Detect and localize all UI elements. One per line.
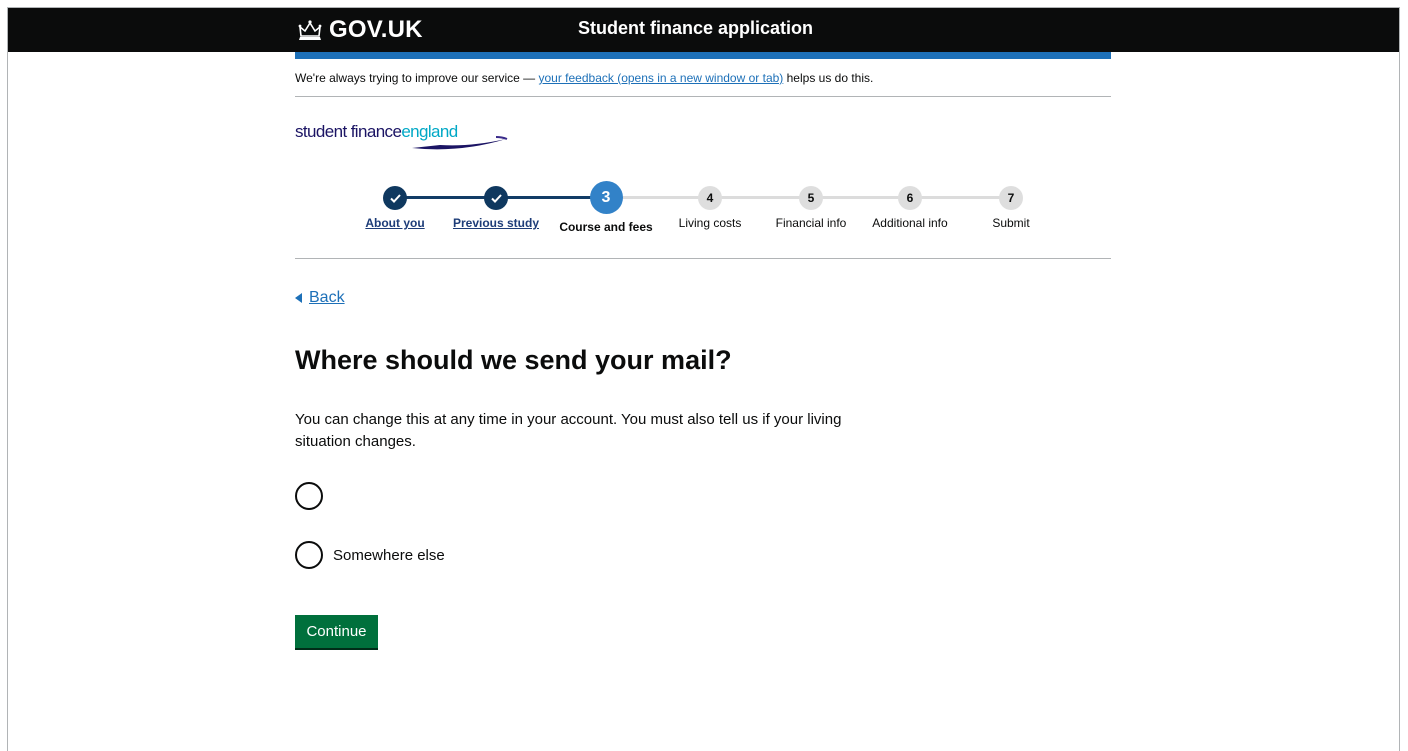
stepper-connector xyxy=(395,196,496,199)
feedback-link[interactable]: your feedback (opens in a new window or … xyxy=(538,71,783,85)
back-arrow-icon xyxy=(295,293,302,303)
step-6-marker: 6 xyxy=(898,186,922,210)
radio-button[interactable] xyxy=(295,541,323,569)
divider xyxy=(295,258,1111,259)
step-3-marker: 3 xyxy=(589,181,623,214)
divider xyxy=(295,96,1111,97)
stepper-connector xyxy=(811,196,910,199)
step-4-label: Living costs xyxy=(678,216,742,230)
page-title: Where should we send your mail? xyxy=(295,345,732,375)
radio-option-somewhere-else[interactable]: Somewhere else xyxy=(295,541,445,569)
step-2-marker[interactable] xyxy=(484,186,508,210)
progress-stepper: About you Previous study 3 Course and fees 4… xyxy=(340,181,1060,234)
back-link[interactable]: Back xyxy=(295,289,345,307)
header-blue-stripe xyxy=(295,52,1111,59)
step-7-marker: 7 xyxy=(999,186,1023,210)
back-link-label: Back xyxy=(309,289,345,306)
step-1-marker[interactable] xyxy=(383,186,407,210)
radio-button[interactable] xyxy=(295,482,323,510)
govuk-logo-text: GOV.UK xyxy=(329,16,423,43)
feedback-prefix: We're always trying to improve our servi… xyxy=(295,71,539,85)
radio-option-1[interactable] xyxy=(295,482,333,510)
continue-button[interactable]: Continue xyxy=(295,615,378,648)
step-5-label: Financial info xyxy=(775,216,847,230)
step-7-label: Submit xyxy=(992,216,1030,230)
stepper-connector xyxy=(710,196,811,199)
logo-swoosh-icon xyxy=(412,136,508,150)
check-icon xyxy=(490,193,502,203)
step-5-marker: 5 xyxy=(799,186,823,210)
govuk-logo-link[interactable]: GOV.UK xyxy=(297,15,423,45)
brand-part1: student finance xyxy=(295,122,402,141)
step-4-marker: 4 xyxy=(698,186,722,210)
step-2-label[interactable]: Previous study xyxy=(453,216,539,230)
step-6-label: Additional info xyxy=(872,216,948,230)
feedback-suffix: helps us do this. xyxy=(783,71,874,85)
step-3-label: Course and fees xyxy=(559,220,653,234)
service-name[interactable]: Student finance application xyxy=(578,18,813,39)
radio-label: Somewhere else xyxy=(333,546,445,564)
step-1-label[interactable]: About you xyxy=(365,216,424,230)
question-hint: You can change this at any time in your … xyxy=(295,411,842,450)
browser-frame xyxy=(7,7,1400,751)
feedback-banner: We're always trying to improve our servi… xyxy=(295,71,873,85)
crown-icon xyxy=(298,20,322,40)
stepper-connector xyxy=(910,196,1011,199)
check-icon xyxy=(389,193,401,203)
